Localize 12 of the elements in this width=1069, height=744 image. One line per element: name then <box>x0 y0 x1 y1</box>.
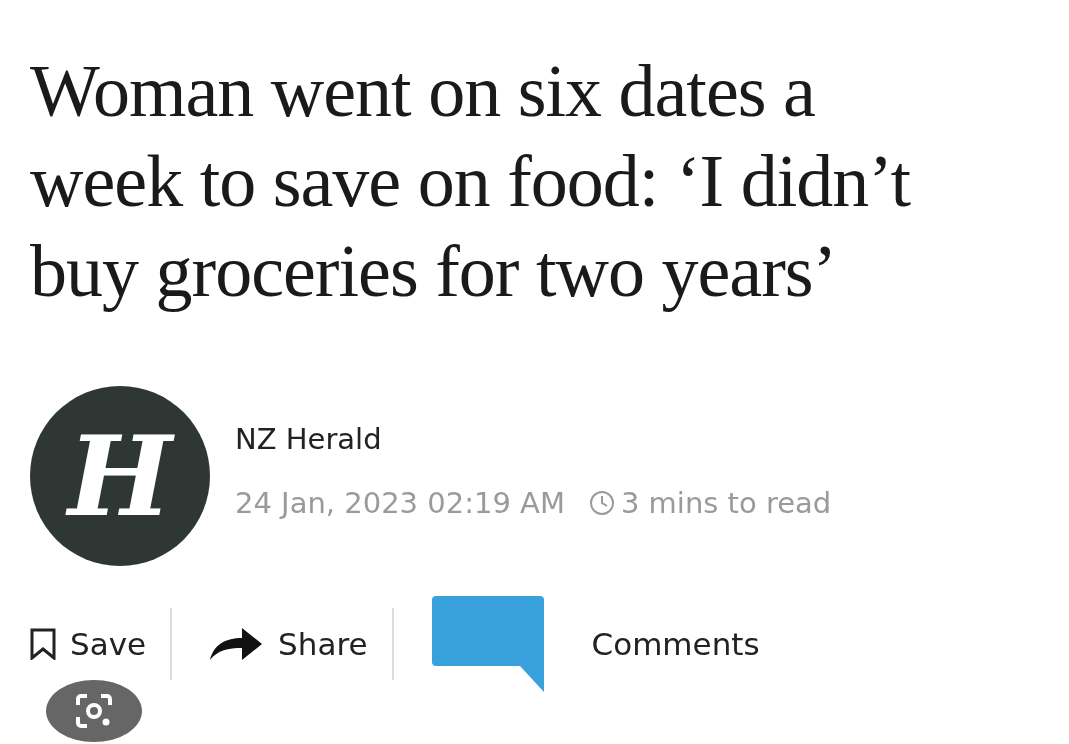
headline: Woman went on six dates a week to save on food: ‘I didn’t buy groceries for two years’ <box>30 49 912 314</box>
comments-button[interactable]: Comments <box>429 592 784 696</box>
speech-bubble-icon <box>429 594 546 694</box>
share-button[interactable]: Share <box>208 622 392 666</box>
publisher-name: NZ Herald <box>235 422 383 456</box>
save-button[interactable]: Save <box>30 622 171 666</box>
camera-search-icon <box>74 693 114 729</box>
clock-icon <box>588 490 615 516</box>
read-time: 3 mins to read <box>620 486 832 520</box>
bookmark-icon <box>30 628 56 660</box>
publish-date: 24 Jan, 2023 02:19 AM <box>235 486 565 520</box>
publisher-logo: H <box>30 386 210 566</box>
